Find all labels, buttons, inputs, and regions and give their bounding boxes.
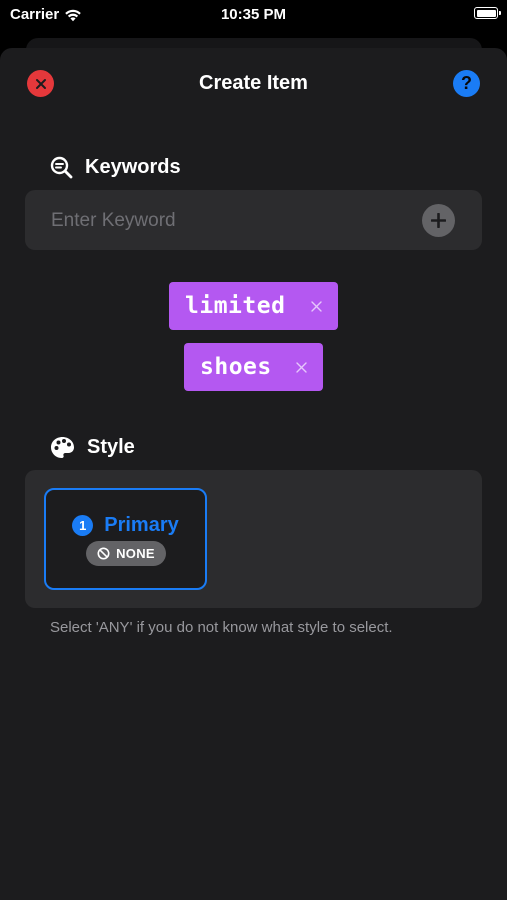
style-help-text: Select 'ANY' if you do not know what sty…	[50, 619, 393, 636]
add-keyword-button[interactable]	[422, 204, 455, 237]
keyword-tag: shoes	[184, 343, 323, 391]
magnifying-glass-lines-icon	[50, 156, 73, 179]
style-card-title-row: 1 Primary	[46, 514, 205, 537]
style-number-badge: 1	[72, 515, 94, 536]
remove-tag-button[interactable]	[308, 298, 324, 314]
prohibited-icon	[97, 547, 110, 560]
keyword-tag-label: limited	[185, 293, 286, 319]
nav-bar: Create Item ?	[0, 48, 507, 120]
remove-tag-button[interactable]	[293, 359, 309, 375]
keywords-title: Keywords	[85, 156, 181, 178]
keywords-header: Keywords	[50, 156, 181, 179]
status-bar: Carrier 10:35 PM	[0, 0, 507, 30]
style-title: Style	[87, 436, 135, 458]
status-time: 10:35 PM	[220, 6, 287, 23]
page-title: Create Item	[199, 72, 308, 94]
keyword-tag-label: shoes	[200, 354, 272, 380]
screen: Carrier 10:35 PM Create Item ? Keywords …	[0, 0, 507, 900]
battery-fill	[476, 9, 496, 17]
style-none-badge: NONE	[86, 541, 166, 566]
style-none-label: NONE	[116, 546, 155, 561]
keyword-field	[25, 190, 482, 252]
battery-icon	[474, 7, 501, 19]
create-item-sheet: Create Item ? Keywords limited	[0, 48, 507, 900]
keyword-tag: limited	[169, 282, 338, 330]
palette-icon	[51, 437, 74, 458]
remove-icon	[310, 300, 322, 312]
remove-icon	[295, 361, 307, 373]
help-label: ?	[461, 73, 472, 93]
style-panel: 1 Primary NONE	[25, 470, 482, 608]
style-card-primary[interactable]: 1 Primary NONE	[44, 488, 207, 590]
style-name: Primary	[104, 514, 179, 536]
keyword-input[interactable]	[49, 190, 423, 252]
plus-icon	[431, 213, 446, 228]
style-header: Style	[50, 436, 135, 459]
help-button[interactable]: ?	[453, 70, 480, 97]
